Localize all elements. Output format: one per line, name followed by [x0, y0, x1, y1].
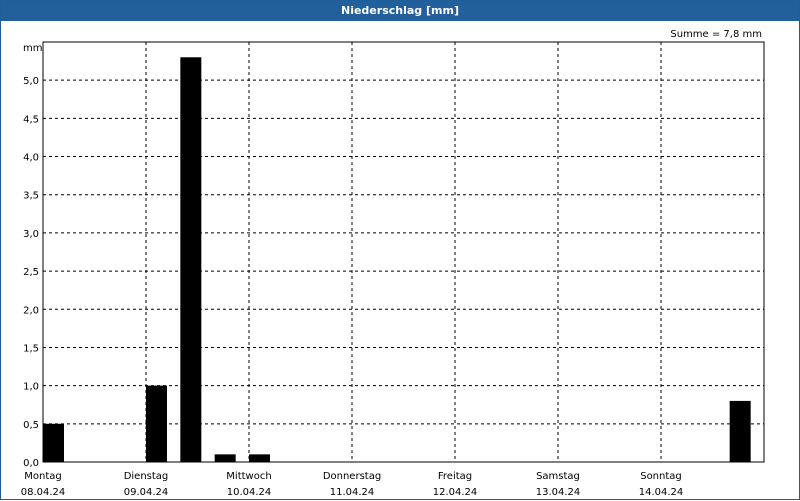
precipitation-bar	[214, 454, 236, 462]
x-tick-date: 14.04.24	[639, 487, 684, 498]
y-tick-label: 0,0	[23, 458, 39, 469]
x-tick-weekday: Montag	[24, 471, 61, 482]
y-tick-label: 2,5	[23, 267, 39, 278]
x-tick-weekday: Samstag	[536, 471, 580, 482]
y-tick-label: 1,0	[23, 382, 39, 393]
precipitation-bar	[180, 57, 202, 462]
x-tick-weekday: Donnerstag	[323, 471, 381, 482]
y-tick-label: 0,5	[23, 420, 39, 431]
x-tick-date: 10.04.24	[227, 487, 272, 498]
x-tick-date: 12.04.24	[433, 487, 478, 498]
x-tick-date: 13.04.24	[536, 487, 581, 498]
sum-label: Summe = 7,8 mm	[670, 29, 762, 40]
precipitation-bar	[43, 423, 64, 462]
precipitation-chart: 0,0 0,5 1,0 1,5 2,0 2,5 3,0 3,5 4,0 4,5 5,0 Montag…	[21, 29, 765, 498]
precipitation-bar	[146, 385, 167, 462]
x-tick-date: 08.04.24	[21, 487, 66, 498]
x-axis: Montag 08.04.24 Dienstag 09.04.24 Mittwoch 10…	[21, 471, 684, 498]
y-tick-label: 2,0	[23, 305, 39, 316]
y-axis-unit-label: mm	[23, 43, 42, 54]
precipitation-bar	[729, 400, 751, 462]
y-tick-label: 3,5	[23, 191, 39, 202]
y-tick-label: 4,5	[23, 114, 39, 125]
y-axis: 0,0 0,5 1,0 1,5 2,0 2,5 3,0 3,5 4,0 4,5 5,0	[23, 76, 39, 469]
x-tick-date: 11.04.24	[330, 487, 375, 498]
y-tick-label: 5,0	[23, 76, 39, 87]
y-tick-label: 1,5	[23, 343, 39, 354]
x-tick-weekday: Sonntag	[640, 471, 682, 482]
x-tick-date: 09.04.24	[124, 487, 169, 498]
precipitation-bar	[249, 454, 270, 462]
chart-window: Niederschlag [mm] 0,0 0,5 1,0 1,5 2,0 2,5 3,0 3…	[0, 0, 800, 500]
x-tick-weekday: Dienstag	[124, 471, 169, 482]
x-tick-weekday: Mittwoch	[226, 471, 271, 482]
y-tick-label: 3,0	[23, 229, 39, 240]
x-tick-weekday: Freitag	[438, 471, 472, 482]
y-tick-label: 4,0	[23, 153, 39, 164]
